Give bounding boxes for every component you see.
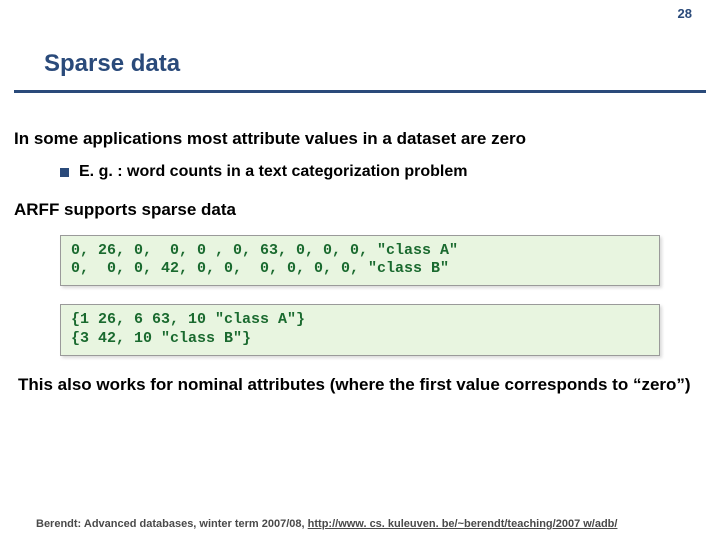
title-rule xyxy=(14,90,706,93)
bullet-text-1: E. g. : word counts in a text categoriza… xyxy=(79,163,467,181)
footer-link[interactable]: http://www. cs. kuleuven. be/~berendt/te… xyxy=(308,518,618,530)
paragraph-3: This also works for nominal attributes (… xyxy=(46,374,710,395)
footer-text: Berendt: Advanced databases, winter term… xyxy=(36,518,308,530)
content: In some applications most attribute valu… xyxy=(10,128,710,395)
footer: Berendt: Advanced databases, winter term… xyxy=(36,518,700,530)
page-number: 28 xyxy=(678,6,692,21)
bullet-row-1: E. g. : word counts in a text categoriza… xyxy=(10,163,710,181)
code-box-sparse: {1 26, 6 63, 10 "class A"} {3 42, 10 "cl… xyxy=(60,304,660,356)
square-bullet-icon xyxy=(60,168,69,177)
paragraph-1: In some applications most attribute valu… xyxy=(10,128,710,149)
code-box-dense: 0, 26, 0, 0, 0 , 0, 63, 0, 0, 0, "class … xyxy=(60,235,660,287)
paragraph-2: ARFF supports sparse data xyxy=(10,199,710,220)
page-title: Sparse data xyxy=(44,50,180,78)
